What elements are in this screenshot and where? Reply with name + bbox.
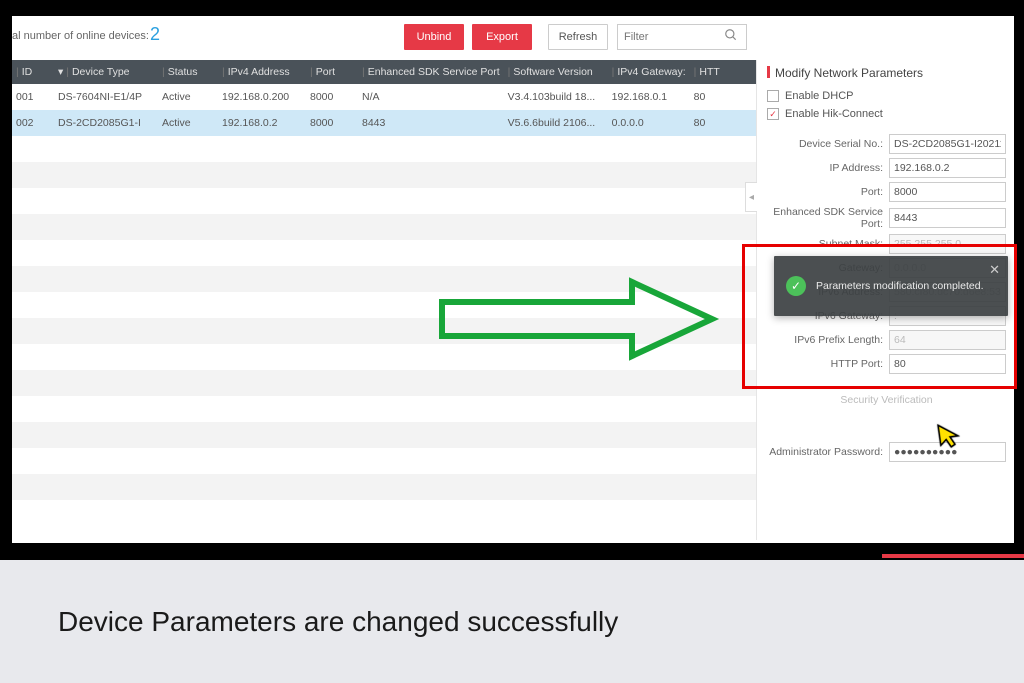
ip-input[interactable] bbox=[889, 158, 1006, 178]
success-check-icon: ✓ bbox=[786, 276, 806, 296]
serial-input[interactable] bbox=[889, 134, 1006, 154]
ipv6pl-input[interactable] bbox=[889, 330, 1006, 350]
enable-dhcp-row[interactable]: Enable DHCP bbox=[767, 90, 1006, 102]
table-header-row: |ID ▾ |Device Type |Status |IPv4 Address… bbox=[12, 60, 756, 84]
close-icon[interactable]: ✕ bbox=[989, 262, 1000, 278]
port-label: Port: bbox=[767, 186, 889, 198]
device-table: |ID ▾ |Device Type |Status |IPv4 Address… bbox=[12, 60, 756, 136]
refresh-button[interactable]: Refresh bbox=[548, 24, 608, 50]
panel-title: Modify Network Parameters bbox=[767, 64, 1006, 90]
ipv6pl-label: IPv6 Prefix Length: bbox=[767, 334, 889, 346]
ip-label: IP Address: bbox=[767, 162, 889, 174]
security-verification-label: Security Verification bbox=[767, 394, 1006, 406]
table-row[interactable]: 001DS-7604NI-E1/4PActive192.168.0.200800… bbox=[12, 84, 756, 110]
esdk-label: Enhanced SDK Service Port: bbox=[767, 206, 889, 230]
panel-collapse-handle[interactable]: ◂ bbox=[745, 182, 757, 212]
esdk-input[interactable] bbox=[889, 208, 1006, 228]
col-software[interactable]: Software Version bbox=[513, 66, 592, 78]
http-input[interactable] bbox=[889, 354, 1006, 374]
col-ipv4[interactable]: IPv4 Address bbox=[228, 66, 290, 78]
col-esdk[interactable]: Enhanced SDK Service Port bbox=[368, 66, 500, 78]
online-devices-count: 2 bbox=[150, 24, 160, 45]
export-button[interactable]: Export bbox=[472, 24, 532, 50]
checkbox-icon[interactable] bbox=[767, 90, 779, 102]
col-device-type[interactable]: Device Type bbox=[72, 66, 130, 78]
sort-icon[interactable]: ▾ bbox=[58, 66, 63, 78]
unbind-button[interactable]: Unbind bbox=[404, 24, 464, 50]
toolbar: al number of online devices: 2 Unbind Ex… bbox=[12, 16, 1014, 60]
cursor-icon bbox=[936, 421, 962, 456]
toast-notification: ✓ Parameters modification completed. ✕ bbox=[774, 256, 1008, 316]
mask-input[interactable] bbox=[889, 234, 1006, 254]
http-label: HTTP Port: bbox=[767, 358, 889, 370]
col-http[interactable]: HTT bbox=[699, 66, 719, 78]
port-input[interactable] bbox=[889, 182, 1006, 202]
col-status[interactable]: Status bbox=[168, 66, 198, 78]
toast-message: Parameters modification completed. bbox=[816, 280, 984, 292]
arrow-annotation-icon bbox=[432, 276, 722, 362]
col-gateway[interactable]: IPv4 Gateway: bbox=[617, 66, 685, 78]
checkbox-checked-icon[interactable]: ✓ bbox=[767, 108, 779, 120]
app-frame: al number of online devices: 2 Unbind Ex… bbox=[0, 0, 1024, 560]
table-row-selected[interactable]: 002DS-2CD2085G1-IActive192.168.0.2800084… bbox=[12, 110, 756, 136]
figure-caption: Device Parameters are changed successful… bbox=[0, 560, 1024, 683]
col-id[interactable]: ID bbox=[22, 66, 33, 78]
enable-hik-row[interactable]: ✓Enable Hik-Connect bbox=[767, 108, 1006, 120]
filter-input[interactable] bbox=[617, 24, 747, 50]
pwd-label: Administrator Password: bbox=[767, 446, 889, 458]
modify-button-strip[interactable] bbox=[882, 554, 1024, 558]
online-devices-label: al number of online devices: bbox=[12, 30, 149, 42]
serial-label: Device Serial No.: bbox=[767, 138, 889, 150]
mask-label: Subnet Mask: bbox=[767, 238, 889, 250]
col-port[interactable]: Port bbox=[316, 66, 335, 78]
